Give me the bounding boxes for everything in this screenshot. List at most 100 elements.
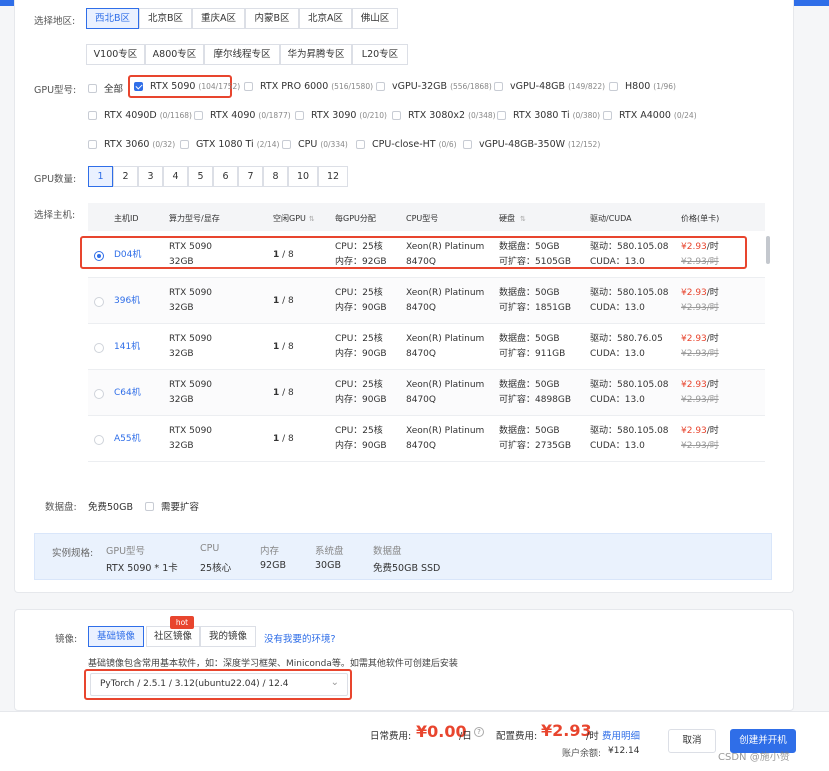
region-option-foshan[interactable]: 佛山区 <box>352 8 398 29</box>
highlight-image-select <box>84 669 352 700</box>
cpu-model-suffix: 8470Q <box>406 441 436 451</box>
radio-icon[interactable] <box>94 297 104 307</box>
cpu-model: Xeon(R) Platinum <box>406 380 485 390</box>
gpu-type-vgpu-48gb[interactable]: vGPU-48GB (149/822) <box>494 81 605 92</box>
cpu-model-suffix: 8470Q <box>406 395 436 405</box>
gpu-model: RTX 5090 <box>169 380 213 390</box>
radio-icon[interactable] <box>94 389 104 399</box>
cancel-button[interactable]: 取消 <box>668 729 716 753</box>
region-option-chongqing-a[interactable]: 重庆A区 <box>192 8 245 29</box>
zone-option-l20[interactable]: L20专区 <box>352 44 408 65</box>
zone-option-v100[interactable]: V100专区 <box>86 44 145 65</box>
gpu-type-gtx-1080-ti[interactable]: GTX 1080 Ti (2/14) <box>180 139 279 150</box>
daily-cost-label: 日常费用: <box>370 731 412 742</box>
tab-my-image[interactable]: 我的镜像 <box>200 626 256 647</box>
missing-env-link[interactable]: 没有我要的环境? <box>264 631 336 645</box>
balance-value: ¥12.14 <box>608 746 640 756</box>
gpu-type-label: GPU型号: <box>34 85 77 96</box>
tab-community-image[interactable]: 社区镜像 <box>146 626 200 647</box>
checkbox-icon <box>356 140 365 149</box>
table-row[interactable]: 396机 RTX 5090 32GB 1 / 8 CPU：25核 内存：90GB… <box>88 278 765 324</box>
region-option-xibei-b[interactable]: 西北B区 <box>86 8 139 29</box>
cost-detail-link[interactable]: 费用明细 <box>602 728 640 742</box>
ram: 内存：90GB <box>335 395 387 405</box>
cpu-model: Xeon(R) Platinum <box>406 334 485 344</box>
gpu-count-10[interactable]: 10 <box>288 166 318 187</box>
config-cost-value: ¥2.93 <box>541 721 592 740</box>
gpu-count-6[interactable]: 6 <box>213 166 238 187</box>
gpu-count-1[interactable]: 1 <box>88 166 113 187</box>
driver-version: 驱动：580.105.08 <box>590 426 669 436</box>
original-price: ¥2.93/时 <box>681 303 719 313</box>
gpu-count-5[interactable]: 5 <box>188 166 213 187</box>
column-gpu-model: 算力型号/显存 <box>169 214 220 223</box>
radio-icon[interactable] <box>94 343 104 353</box>
zone-option-a800[interactable]: A800专区 <box>145 44 204 65</box>
column-disk[interactable]: 硬盘 ⇅ <box>499 213 526 224</box>
gpu-type-rtx-4090d[interactable]: RTX 4090D (0/1168) <box>88 110 192 121</box>
driver-version: 驱动：580.76.05 <box>590 334 663 344</box>
free-gpu: 1 <box>273 296 280 306</box>
region-option-neimeng-b[interactable]: 内蒙B区 <box>245 8 299 29</box>
original-price: ¥2.93/时 <box>681 349 719 359</box>
data-disk-label: 数据盘: <box>45 502 77 513</box>
gpu-type-rtx-pro-6000[interactable]: RTX PRO 6000 (516/1580) <box>244 81 373 92</box>
free-gpu: 1 <box>273 342 280 352</box>
table-row[interactable]: C64机 RTX 5090 32GB 1 / 8 CPU：25核 内存：90GB… <box>88 370 765 416</box>
cpu-cores: CPU：25核 <box>335 426 383 436</box>
region-option-beijing-a[interactable]: 北京A区 <box>299 8 352 29</box>
driver-version: 驱动：580.105.08 <box>590 380 669 390</box>
gpu-type-cpu[interactable]: CPU (0/334) <box>282 139 348 150</box>
spec-sysdisk-head: 系统盘 <box>315 546 344 557</box>
gpu-type-h800[interactable]: H800 (1/96) <box>609 81 676 92</box>
spec-sysdisk-value: 30GB <box>315 560 341 571</box>
checkbox-icon <box>603 111 612 120</box>
sort-icon: ⇅ <box>520 215 526 223</box>
gpu-type-rtx-4090[interactable]: RTX 4090 (0/1877) <box>194 110 291 121</box>
gpu-type-rtx-a4000[interactable]: RTX A4000 (0/24) <box>603 110 697 121</box>
gpu-count-8[interactable]: 8 <box>263 166 288 187</box>
total-gpu: / 8 <box>282 342 294 352</box>
price-unit: /时 <box>706 334 719 344</box>
radio-icon[interactable] <box>94 435 104 445</box>
gpu-type-rtx-3080x2[interactable]: RTX 3080x2 (0/348) <box>392 110 496 121</box>
host-id: 141机 <box>114 342 141 352</box>
gpu-type-vgpu-48gb-350w[interactable]: vGPU-48GB-350W (12/152) <box>463 139 600 150</box>
zone-option-huawei-ascend[interactable]: 华为昇腾专区 <box>280 44 352 65</box>
gpu-count-7[interactable]: 7 <box>238 166 263 187</box>
cpu-cores: CPU：25核 <box>335 380 383 390</box>
gpu-type-all[interactable]: 全部 <box>88 81 123 95</box>
gpu-type-rtx-5090[interactable]: RTX 5090 (104/1752) <box>134 81 240 92</box>
tab-base-image[interactable]: 基础镜像 <box>88 626 144 647</box>
gpu-count-12[interactable]: 12 <box>318 166 348 187</box>
column-free-gpu[interactable]: 空闲GPU ⇅ <box>273 213 315 224</box>
gpu-count-4[interactable]: 4 <box>163 166 188 187</box>
cpu-cores: CPU：25核 <box>335 334 383 344</box>
gpu-count-2[interactable]: 2 <box>113 166 138 187</box>
ram: 内存：90GB <box>335 349 387 359</box>
disk-expandable: 可扩容：911GB <box>499 349 566 359</box>
gpu-type-vgpu-32gb[interactable]: vGPU-32GB (556/1868) <box>376 81 492 92</box>
gpu-type-cpu-close-ht[interactable]: CPU-close-HT (0/6) <box>356 139 457 150</box>
help-icon[interactable]: ? <box>474 727 484 737</box>
gpu-count-3[interactable]: 3 <box>138 166 163 187</box>
cuda-version: CUDA：13.0 <box>590 441 645 451</box>
gpu-type-rtx-3080-ti[interactable]: RTX 3080 Ti (0/380) <box>497 110 600 121</box>
data-disk-expand-checkbox[interactable]: 需要扩容 <box>145 499 199 513</box>
table-scrollbar[interactable] <box>766 236 770 264</box>
price-unit: /时 <box>706 380 719 390</box>
cpu-model-suffix: 8470Q <box>406 303 436 313</box>
checkbox-icon <box>392 111 401 120</box>
gpu-type-rtx-3060[interactable]: RTX 3060 (0/32) <box>88 139 175 150</box>
table-row[interactable]: A55机 RTX 5090 32GB 1 / 8 CPU：25核 内存：90GB… <box>88 416 765 462</box>
checkbox-icon <box>376 82 385 91</box>
table-row[interactable]: 141机 RTX 5090 32GB 1 / 8 CPU：25核 内存：90GB… <box>88 324 765 370</box>
checkbox-icon <box>463 140 472 149</box>
original-price: ¥2.93/时 <box>681 395 719 405</box>
region-option-beijing-b[interactable]: 北京B区 <box>139 8 192 29</box>
zone-option-moore-threads[interactable]: 摩尔线程专区 <box>204 44 280 65</box>
price: ¥2.93 <box>681 288 707 298</box>
cpu-model: Xeon(R) Platinum <box>406 288 485 298</box>
instance-spec-label: 实例规格: <box>52 548 94 559</box>
gpu-type-rtx-3090[interactable]: RTX 3090 (0/210) <box>295 110 387 121</box>
